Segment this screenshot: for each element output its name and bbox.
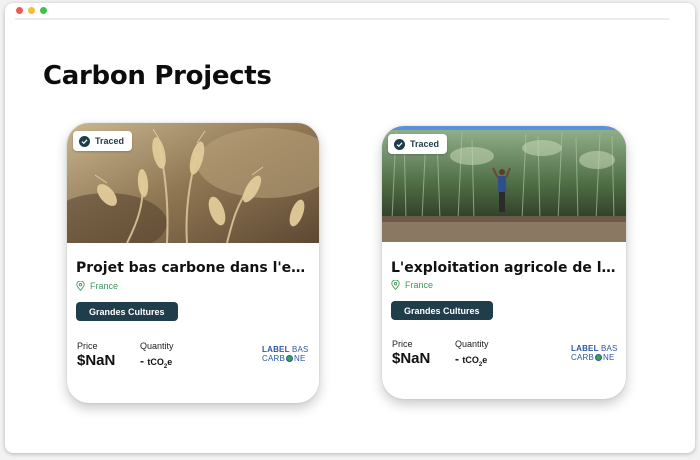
project-location: France — [391, 280, 433, 290]
project-title[interactable]: L'exploitation agricole de la fam... — [391, 260, 619, 276]
check-circle-icon — [79, 135, 90, 147]
maximize-window-button[interactable] — [40, 7, 47, 14]
price-value: $NaN — [392, 350, 431, 367]
project-title[interactable]: Projet bas carbone dans l'exploi... — [76, 260, 312, 276]
badge-label: Traced — [410, 139, 440, 149]
globe-icon — [595, 354, 603, 361]
map-pin-icon — [391, 280, 400, 290]
minimize-window-button[interactable] — [28, 7, 35, 14]
price-label: Price — [392, 339, 413, 349]
project-location: France — [76, 281, 118, 291]
category-tag: Grandes Cultures — [76, 302, 178, 321]
page-title: Carbon Projects — [43, 61, 272, 91]
close-window-button[interactable] — [16, 7, 23, 14]
price-value: $NaN — [77, 352, 116, 369]
label-bas-carbone-logo: LABEL BAS CARB NE — [262, 345, 309, 363]
quantity-value: - tCO2e — [455, 352, 488, 368]
traced-badge: Traced — [73, 131, 133, 151]
label-bas-carbone-logo: LABEL BAS CARB NE — [571, 344, 618, 362]
quantity-label: Quantity — [140, 341, 174, 351]
header-divider — [15, 18, 669, 20]
project-image-crop: Traced — [382, 126, 626, 242]
quantity-value: - tCO2e — [140, 354, 173, 370]
map-pin-icon — [76, 281, 85, 291]
traced-badge: Traced — [388, 134, 448, 154]
quantity-label: Quantity — [455, 339, 489, 349]
location-label: France — [405, 280, 434, 290]
price-label: Price — [77, 341, 98, 351]
badge-label: Traced — [95, 136, 125, 146]
project-card[interactable]: Traced L'exploitation agricole de la fam… — [382, 126, 626, 399]
project-card[interactable]: Traced Projet bas carbone dans l'exploi.… — [67, 123, 319, 403]
category-tag: Grandes Cultures — [391, 301, 493, 320]
check-circle-icon — [394, 138, 405, 150]
globe-icon — [286, 355, 294, 362]
window-titlebar — [5, 3, 695, 19]
project-image-wheat: Traced — [67, 123, 319, 243]
browser-window: Carbon Projects Traced Projet bas carbon… — [5, 3, 695, 453]
location-label: France — [90, 281, 119, 291]
